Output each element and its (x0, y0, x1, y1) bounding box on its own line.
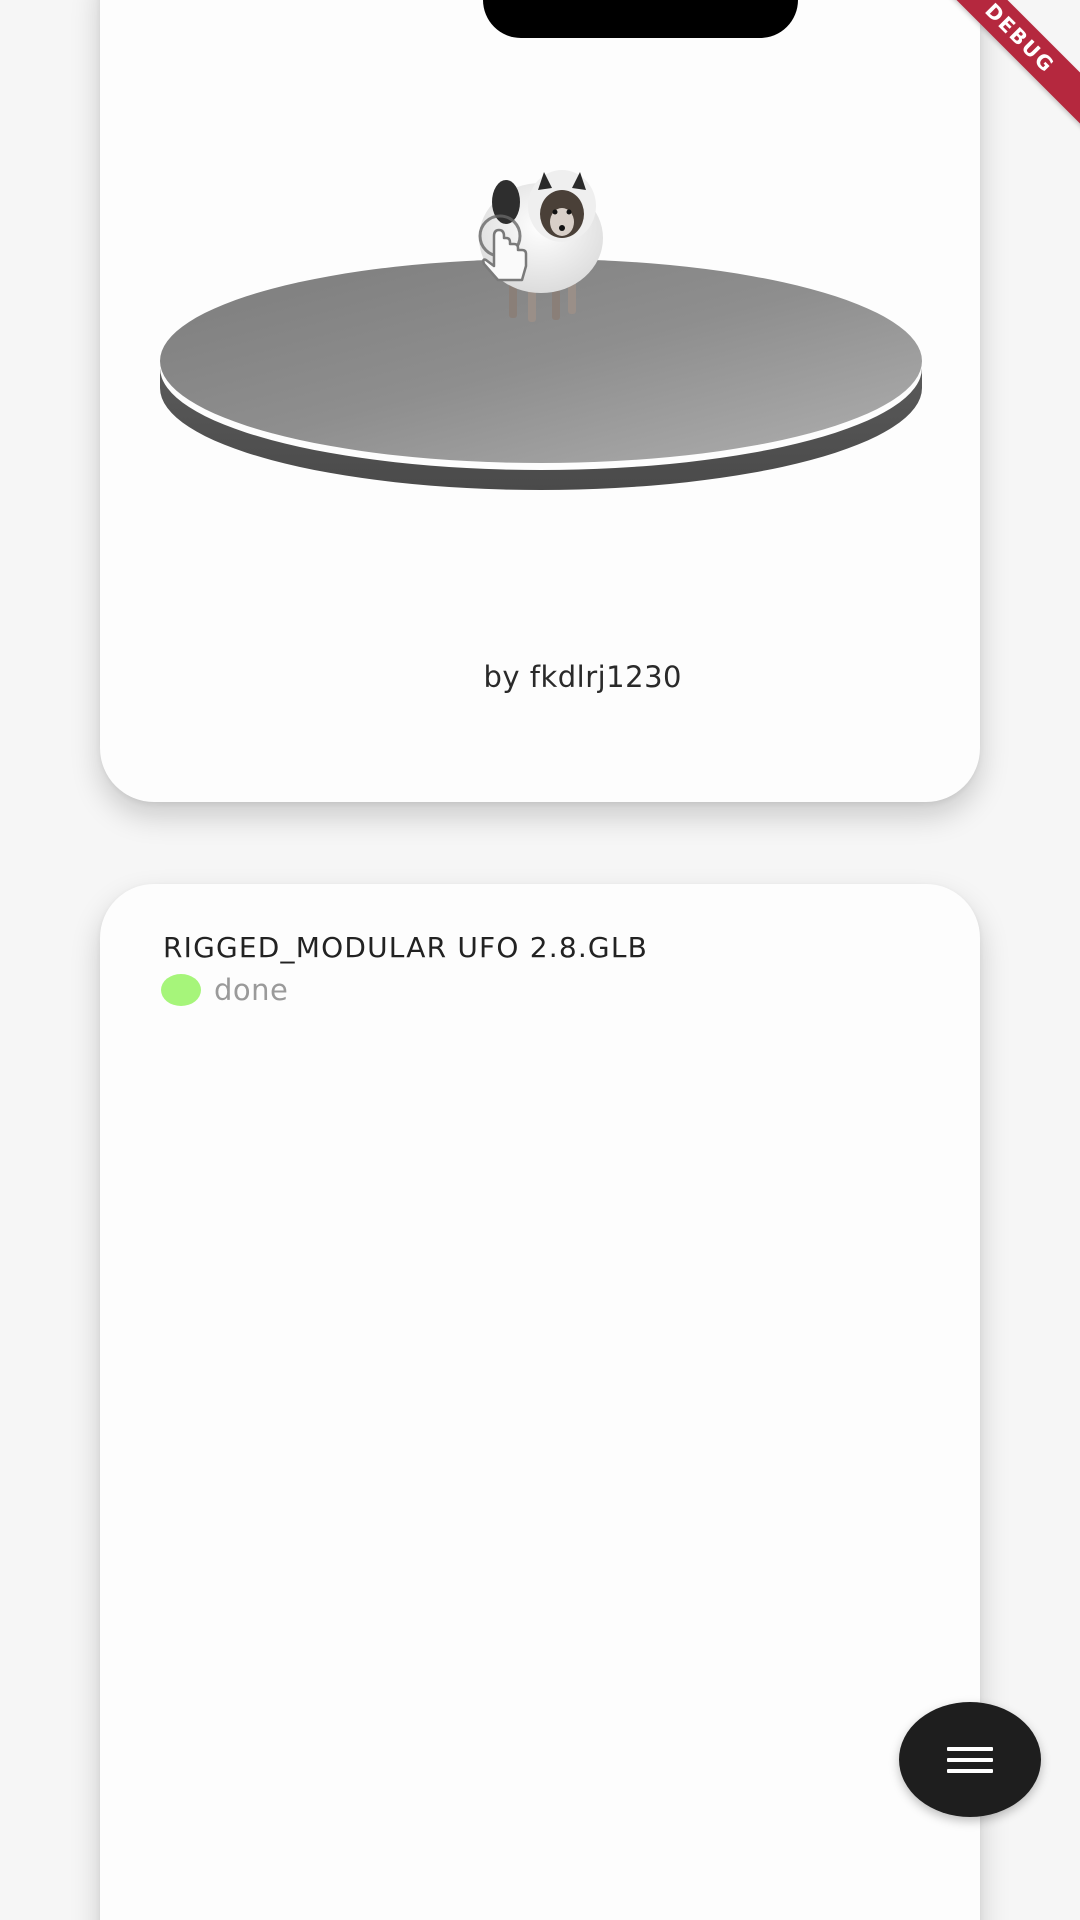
status-text: done (214, 973, 289, 1007)
model-3d-viewer[interactable] (100, 130, 980, 530)
model-card-list[interactable] (100, 884, 980, 1920)
author-name: fkdlrj1230 (529, 660, 682, 694)
camera-notch (483, 0, 798, 38)
hamburger-menu-icon (947, 1746, 993, 1773)
status-row: done (161, 973, 288, 1007)
author-prefix: by (483, 660, 521, 694)
model-title: RIGGED_MODULAR UFO 2.8.GLB (163, 931, 649, 964)
app-screen: by fkdlrj1230 RIGGED_MODULAR UFO 2.8.GLB… (0, 0, 1080, 1920)
menu-fab-button[interactable] (899, 1702, 1041, 1817)
status-indicator (161, 974, 201, 1006)
author-credit: by fkdlrj1230 (483, 660, 682, 694)
